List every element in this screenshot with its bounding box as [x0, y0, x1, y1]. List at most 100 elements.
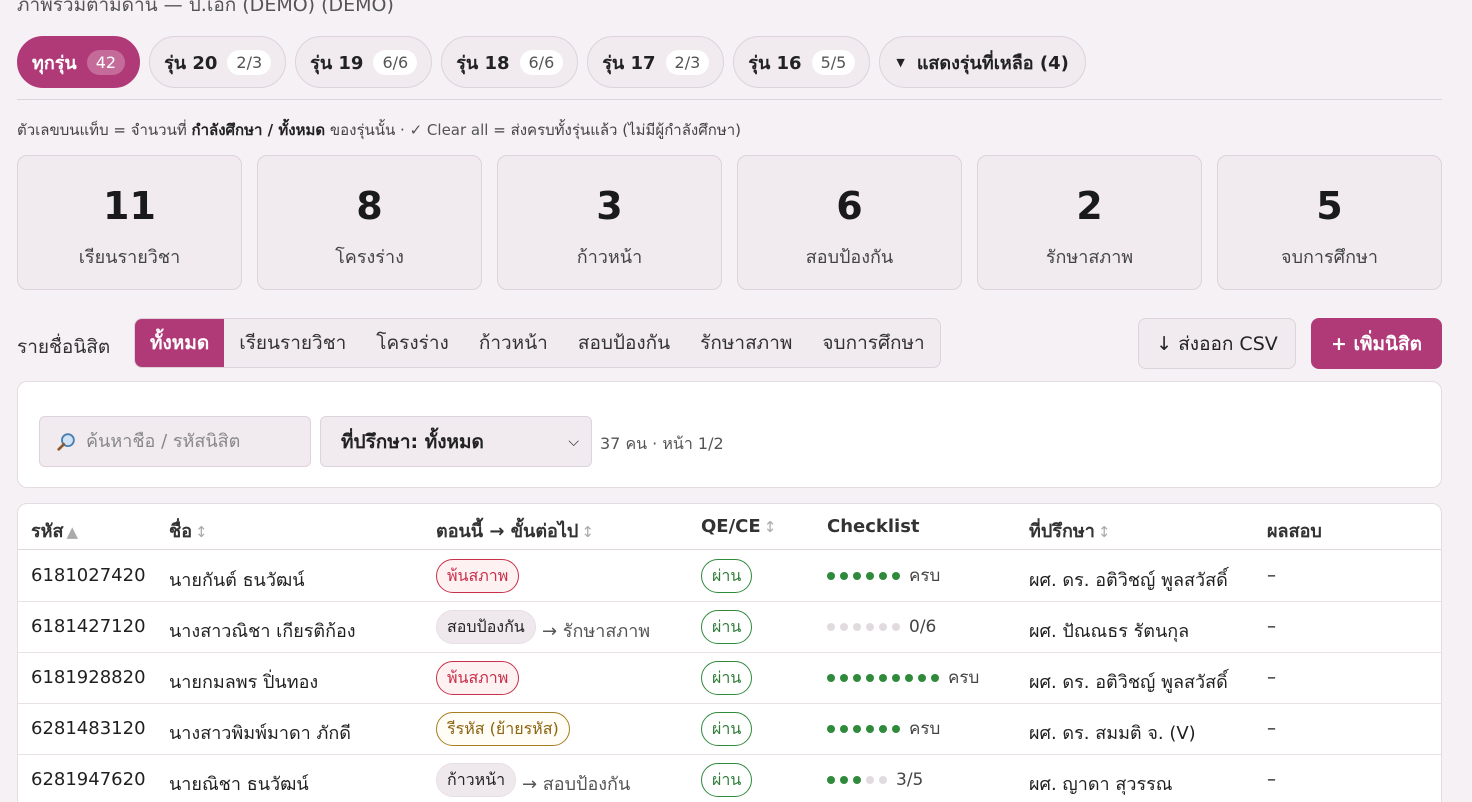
tab-defense[interactable]: สอบป้องกัน [563, 319, 685, 367]
stat-card-coursework[interactable]: 11 เรียนรายวิชา [17, 155, 242, 290]
table-header: รหัส ▲ ชื่อ ↕ ตอนนี้ → ขั้นต่อไป ↕ QE/CE ↕ C… [18, 504, 1441, 550]
cohort-chip-16[interactable]: รุ่น 16 5/5 [733, 36, 871, 88]
advisor-name: ผศ. ปัณณธร รัตนกุล [1029, 621, 1190, 642]
column-header-stage[interactable]: ตอนนี้ → ขั้นต่อไป ↕ [436, 516, 594, 545]
student-name[interactable]: นายณิชา ธนวัฒน์ [169, 769, 309, 798]
sort-icon: ↕ [581, 523, 594, 541]
column-header-stage-label: ตอนนี้ → ขั้นต่อไป [436, 521, 579, 542]
stat-card-proposal[interactable]: 8 โครงร่าง [257, 155, 482, 290]
checklist-dot [853, 725, 861, 733]
exam-result: – [1267, 718, 1276, 739]
student-id: 6181928820 [31, 667, 146, 688]
checklist-progress: 3/5 [827, 770, 923, 790]
tab-progress[interactable]: ก้าวหน้า [464, 319, 563, 367]
chevron-down-icon: ⌵ [568, 433, 579, 450]
column-header-id-label: รหัส [31, 521, 64, 542]
legend-active: กำลังศึกษา [191, 121, 263, 139]
result-count: 37 คน · หน้า 1/2 [600, 434, 724, 453]
qe-status-badge: ผ่าน [701, 712, 753, 746]
stat-card-graduated[interactable]: 5 จบการศึกษา [1217, 155, 1442, 290]
tab-proposal[interactable]: โครงร่าง [361, 319, 464, 367]
stat-card-progress[interactable]: 3 ก้าวหน้า [497, 155, 722, 290]
stat-label: เรียนรายวิชา [78, 247, 181, 268]
tab-maintain-status[interactable]: รักษาสภาพ [685, 319, 807, 367]
checklist-dot [931, 674, 939, 682]
cohort-chip-label: รุ่น 18 [456, 52, 510, 74]
cohort-chip-count: 6/6 [519, 49, 564, 75]
checklist-text: 0/6 [909, 617, 937, 637]
checklist-dot [853, 572, 861, 580]
exam-result: – [1267, 565, 1276, 586]
cohort-chip-count: 42 [86, 49, 126, 75]
checklist-dot [840, 572, 848, 580]
cohort-chip-label: รุ่น 16 [748, 52, 802, 74]
column-header-advisor[interactable]: ที่ปรึกษา ↕ [1029, 516, 1110, 545]
checklist-dot [879, 623, 887, 631]
table-row[interactable]: 6181427120 นางสาวณิชา เกียรติก้อง สอบป้องก… [18, 602, 1441, 653]
checklist-dot [879, 725, 887, 733]
stat-card-defense[interactable]: 6 สอบป้องกัน [737, 155, 962, 290]
checklist-dot [840, 674, 848, 682]
student-name[interactable]: นางสาวณิชา เกียรติก้อง [169, 616, 356, 645]
table-row[interactable]: 6181928820 นายกมลพร ปิ่นทอง พ้นสภาพ ผ่าน ครบ… [18, 653, 1441, 704]
legend-total: ทั้งหมด [278, 121, 326, 139]
cohort-chip-label: รุ่น 19 [310, 52, 364, 74]
stat-card-maintain-status[interactable]: 2 รักษาสภาพ [977, 155, 1202, 290]
caret-down-icon: ▼ [896, 55, 905, 69]
tab-all[interactable]: ทั้งหมด [135, 319, 225, 367]
tab-graduated[interactable]: จบการศึกษา [807, 319, 939, 367]
checklist-dot [827, 725, 835, 733]
cohort-filter-bar: ทุกรุ่น 42 รุ่น 20 2/3 รุ่น 19 6/6 รุ่น … [17, 36, 1086, 88]
column-header-qe[interactable]: QE/CE ↕ [701, 516, 776, 537]
add-student-button[interactable]: + เพิ่มนิสิต [1311, 318, 1442, 369]
table-row[interactable]: 6281947620 นายณิชา ธนวัฒน์ ก้าวหน้า → สอบป้… [18, 755, 1441, 802]
cohort-chip-count: 2/3 [227, 49, 272, 75]
checklist-dot [866, 725, 874, 733]
table-row[interactable]: 6181027420 นายกันต์ ธนวัฒน์ พ้นสภาพ ผ่าน ครบ… [18, 551, 1441, 602]
cohort-chip-19[interactable]: รุ่น 19 6/6 [295, 36, 433, 88]
stat-label: โครงร่าง [335, 247, 404, 268]
export-csv-button[interactable]: ↓ ส่งออก CSV [1138, 318, 1296, 369]
cohort-chip-count: 2/3 [665, 49, 710, 75]
checklist-text: ครบ [948, 668, 980, 688]
stat-value: 6 [836, 184, 863, 228]
checklist-dot [892, 623, 900, 631]
advisor-select[interactable]: ที่ปรึกษา: ทั้งหมด ⌵ [320, 416, 592, 467]
student-name[interactable]: นางสาวพิมพ์มาดา ภักดี [169, 718, 351, 747]
column-header-name[interactable]: ชื่อ ↕ [169, 516, 208, 545]
checklist-dot [866, 674, 874, 682]
checklist-dot [853, 776, 861, 784]
legend-mid: ของรุ่นนั้น · [325, 121, 410, 139]
checklist-dot [905, 674, 913, 682]
stage-badge: สอบป้องกัน [436, 610, 536, 644]
checklist-dot [918, 674, 926, 682]
legend-note: ตัวเลขบนแท็บ = จำนวนที่ กำลังศึกษา / ทั้… [17, 118, 741, 142]
checklist-dot [853, 674, 861, 682]
column-header-result: ผลสอบ [1267, 521, 1322, 542]
cohort-chip-17[interactable]: รุ่น 17 2/3 [587, 36, 725, 88]
exam-result: – [1267, 667, 1276, 688]
student-name[interactable]: นายกมลพร ปิ่นทอง [169, 667, 318, 696]
table-row[interactable]: 6281483120 นางสาวพิมพ์มาดา ภักดี รีรหัส (ย… [18, 704, 1441, 755]
student-name[interactable]: นายกันต์ ธนวัฒน์ [169, 565, 305, 594]
cohort-chip-18[interactable]: รุ่น 18 6/6 [441, 36, 579, 88]
checklist-progress: ครบ [827, 566, 940, 586]
stat-label: สอบป้องกัน [805, 247, 894, 268]
column-header-id[interactable]: รหัส ▲ [31, 516, 78, 545]
sort-icon: ↕ [763, 518, 777, 536]
column-header-qe-label: QE/CE [701, 516, 761, 537]
cohort-chip-all[interactable]: ทุกรุ่น 42 [17, 36, 141, 88]
search-input[interactable] [86, 431, 286, 452]
cohort-chip-20[interactable]: รุ่น 20 2/3 [149, 36, 287, 88]
stage-badge: พ้นสภาพ [436, 559, 520, 593]
search-box[interactable] [39, 416, 311, 467]
tab-coursework[interactable]: เรียนรายวิชา [224, 319, 361, 367]
cohort-chip-label: รุ่น 20 [164, 52, 218, 74]
stat-value: 5 [1316, 184, 1343, 228]
show-more-cohorts-button[interactable]: ▼ แสดงรุ่นที่เหลือ (4) [879, 36, 1086, 88]
student-list-toolbar: รายชื่อนิสิต ทั้งหมด เรียนรายวิชา โครงร่… [17, 318, 1442, 370]
student-id: 6281947620 [31, 769, 146, 790]
cohort-chip-count: 5/5 [811, 49, 856, 75]
checklist-dot [827, 623, 835, 631]
stage-tabs: ทั้งหมด เรียนรายวิชา โครงร่าง ก้าวหน้า ส… [134, 318, 941, 368]
